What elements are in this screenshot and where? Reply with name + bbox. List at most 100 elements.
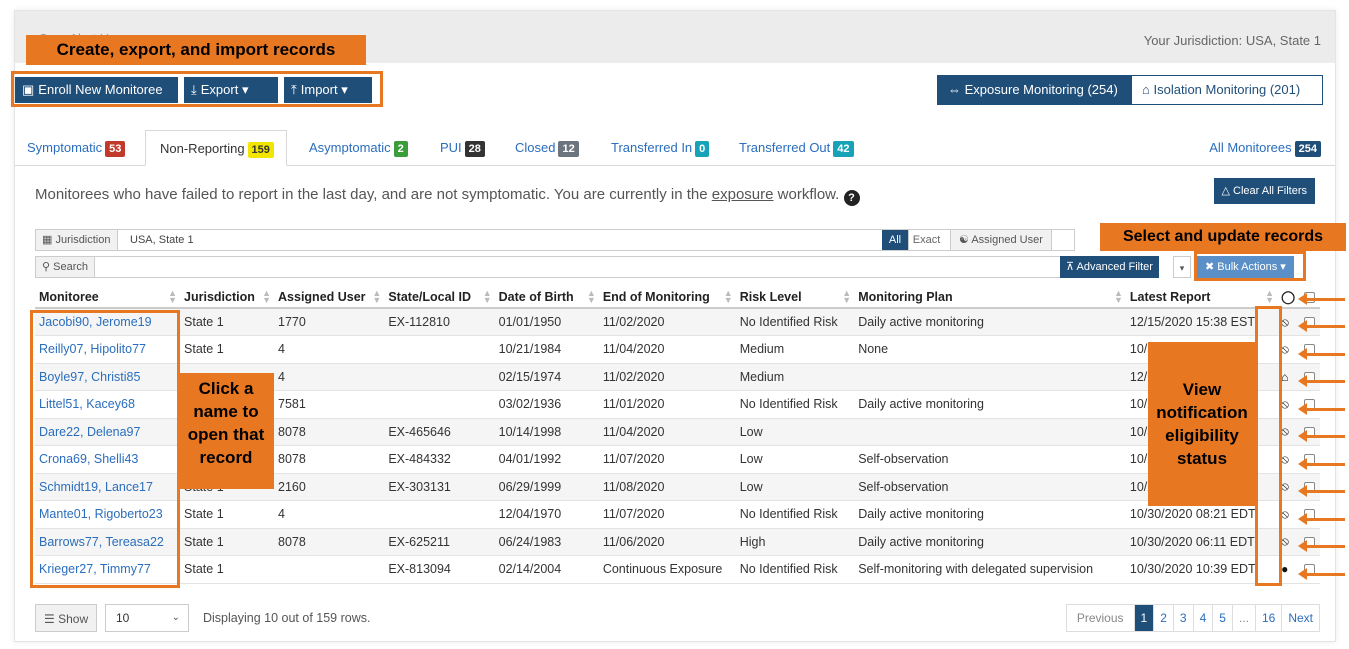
col-end-of-monitoring[interactable]: End of Monitoring ▲ ▼	[598, 286, 736, 309]
end-of-monitoring-cell: 11/04/2020	[598, 335, 736, 364]
tab-label: Transferred In	[611, 140, 693, 155]
page-size-select[interactable]: 10 ⌄	[105, 604, 189, 632]
isolation-monitoring-button[interactable]: ⌂ Isolation Monitoring (201)	[1131, 75, 1323, 105]
exposure-link[interactable]: exposure	[712, 186, 774, 203]
advanced-filter-dropdown[interactable]: ▾	[1173, 256, 1191, 278]
col-label: Assigned User	[278, 289, 366, 304]
tab-symptomatic[interactable]: Symptomatic 53	[27, 130, 126, 166]
table-footer: ☰ Show 10 ⌄ Displaying 10 out of 159 rows…	[35, 604, 1320, 634]
sort-icon: ▲ ▼	[1113, 288, 1123, 305]
tab-asymptomatic[interactable]: Asymptomatic 2	[309, 130, 408, 166]
date-of-birth-cell: 03/02/1936	[494, 390, 599, 419]
pagination-page[interactable]: 4	[1192, 605, 1213, 631]
tab-transferred-in[interactable]: Transferred In 0	[611, 130, 710, 166]
col-latest-report[interactable]: Latest Report ▲ ▼	[1125, 286, 1278, 309]
jurisdiction-label-text: Jurisdiction	[55, 234, 111, 246]
scope-exact-button[interactable]: Exact	[908, 230, 944, 250]
col-label: End of Monitoring	[602, 289, 710, 304]
exposure-monitoring-button[interactable]: ⇔ Exposure Monitoring (254)	[937, 75, 1131, 105]
col-state-local-id[interactable]: State/Local ID ▲ ▼	[384, 286, 495, 309]
advanced-filter-button[interactable]: ⊼ Advanced Filter	[1060, 256, 1159, 278]
search-input[interactable]: ⚲ Search	[35, 256, 1075, 278]
bell-slash-icon[interactable]: ⦸	[1281, 397, 1289, 411]
tab-description: Monitorees who have failed to report in …	[35, 186, 860, 206]
risk-level-cell: No Identified Risk	[735, 308, 855, 336]
annotation-arrow	[1298, 568, 1345, 580]
risk-level-cell: No Identified Risk	[735, 555, 855, 584]
house-icon[interactable]: ⌂	[1281, 370, 1288, 384]
annotation-arrow	[1298, 403, 1345, 415]
pagination-page[interactable]: 5	[1212, 605, 1232, 631]
speech-bubble-icon[interactable]: ●	[1281, 562, 1288, 576]
assigned-user-filter[interactable]: ☯ Assigned User	[950, 230, 1052, 250]
pagination-previous[interactable]: Previous	[1067, 605, 1134, 631]
clear-all-filters-button[interactable]: △ Clear All Filters	[1213, 178, 1315, 204]
col-monitoring-plan[interactable]: Monitoring Plan ▲ ▼	[854, 286, 1126, 309]
help-icon[interactable]: ?	[843, 190, 860, 206]
jurisdiction-input[interactable]: USA, State 1	[130, 230, 194, 250]
risk-level-cell: Medium	[735, 363, 855, 391]
state-local-id-cell: EX-465646	[384, 418, 495, 446]
annotation-box-bulk	[1194, 251, 1306, 281]
risk-level-cell: Low	[735, 473, 855, 501]
monitoring-plan-cell: Self-monitoring with delegated supervisi…	[854, 555, 1126, 584]
pagination-page[interactable]: 1	[1133, 605, 1154, 631]
col-monitoree[interactable]: Monitoree ▲ ▼	[35, 286, 181, 309]
bell-slash-icon[interactable]: ⦸	[1281, 534, 1289, 548]
list-icon: ☰	[44, 612, 55, 626]
assigned-user-cell: 4	[274, 500, 385, 529]
assigned-user-cell: 2160	[274, 473, 385, 501]
table-row[interactable]: Reilly07, Hipolito77 State 1 4 10/21/1984 11…	[35, 335, 1320, 364]
tab-non-reporting[interactable]: Non-Reporting 159	[145, 130, 287, 166]
state-local-id-cell: EX-303131	[384, 473, 495, 501]
pagination-page[interactable]: 16	[1254, 605, 1281, 631]
tab-all-monitorees[interactable]: All Monitorees 254	[1209, 130, 1321, 166]
bell-slash-icon[interactable]: ⦸	[1281, 315, 1289, 329]
tab-pui[interactable]: PUI 28	[440, 130, 485, 166]
sort-icon: ▲ ▼	[482, 288, 492, 305]
bell-slash-icon[interactable]: ⦸	[1281, 452, 1289, 466]
comment-icon: ◯	[1281, 290, 1296, 304]
pagination-ellipsis: ...	[1231, 605, 1255, 631]
assigned-user-label: Assigned User	[971, 234, 1043, 246]
table-row[interactable]: Mante01, Rigoberto23 State 1 4 12/04/1970 11…	[35, 500, 1320, 529]
pagination-page[interactable]: 3	[1172, 605, 1193, 631]
state-local-id-cell: EX-625211	[384, 528, 495, 556]
bell-slash-icon[interactable]: ⦸	[1281, 507, 1289, 521]
table-row[interactable]: Barrows77, Tereasa22 State 1 8078 EX-625211…	[35, 528, 1320, 556]
monitoring-plan-cell: Daily active monitoring	[854, 390, 1126, 419]
assigned-user-cell: 4	[274, 335, 385, 364]
tab-label: Asymptomatic	[309, 140, 391, 155]
isolation-label: Isolation Monitoring (201)	[1153, 82, 1301, 97]
end-of-monitoring-cell: 11/02/2020	[598, 363, 736, 391]
col-jurisdiction[interactable]: Jurisdiction ▲ ▼	[180, 286, 275, 309]
tab-closed[interactable]: Closed 12	[515, 130, 579, 166]
scope-all-button[interactable]: All	[882, 230, 908, 250]
annotation-arrow	[1298, 320, 1345, 332]
col-risk-level[interactable]: Risk Level ▲ ▼	[735, 286, 855, 309]
col-label: Monitoree	[39, 289, 99, 304]
eraser-icon: △	[1221, 185, 1230, 197]
bell-slash-icon[interactable]: ⦸	[1281, 342, 1289, 356]
table-row[interactable]: Jacobi90, Jerome19 State 1 1770 EX-112810 01…	[35, 308, 1320, 336]
search-label: ⚲ Search	[36, 257, 95, 277]
clear-filters-label: Clear All Filters	[1233, 185, 1307, 197]
end-of-monitoring-cell: 11/06/2020	[598, 528, 736, 556]
bell-slash-icon[interactable]: ⦸	[1281, 479, 1289, 493]
col-date-of-birth[interactable]: Date of Birth ▲ ▼	[494, 286, 599, 309]
date-of-birth-cell: 01/01/1950	[494, 308, 599, 336]
tab-transferred-out[interactable]: Transferred Out 42	[739, 130, 854, 166]
sort-icon: ▲ ▼	[586, 288, 596, 305]
annotation-box-names	[30, 310, 180, 588]
sort-icon: ▲ ▼	[1265, 288, 1275, 305]
pagination-next[interactable]: Next	[1281, 605, 1319, 631]
date-of-birth-cell: 10/21/1984	[494, 335, 599, 364]
risk-level-cell: No Identified Risk	[735, 390, 855, 419]
table-row[interactable]: Krieger27, Timmy77 State 1 EX-813094 02/14/…	[35, 555, 1320, 584]
annotation-view-notification: View notification eligibility status	[1148, 342, 1256, 506]
count-badge: 254	[1294, 141, 1321, 157]
jurisdiction-filter-label: ▦ Jurisdiction	[36, 230, 118, 250]
bell-slash-icon[interactable]: ⦸	[1281, 424, 1289, 438]
pagination-page[interactable]: 2	[1153, 605, 1173, 631]
col-assigned-user[interactable]: Assigned User ▲ ▼	[274, 286, 385, 309]
